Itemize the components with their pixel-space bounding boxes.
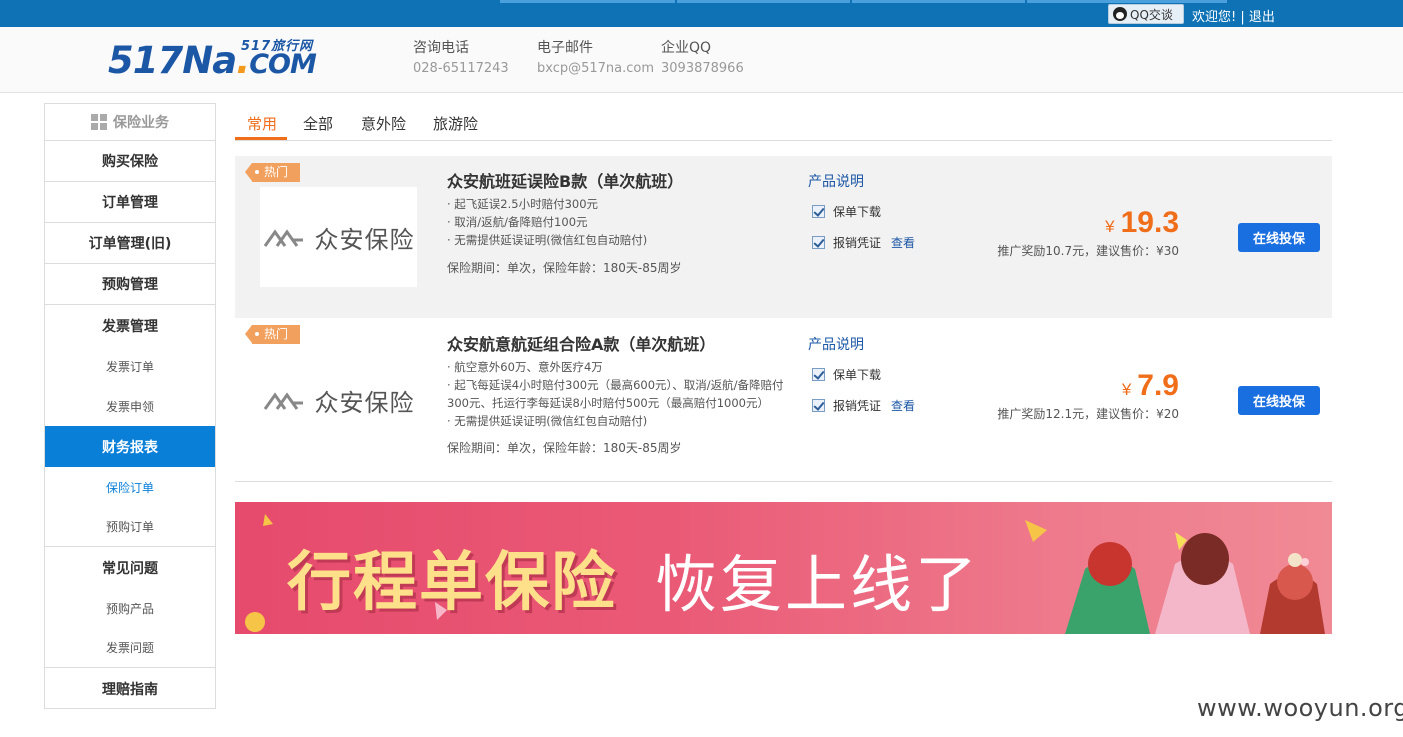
- qq-chat-label: QQ交谈: [1130, 7, 1173, 22]
- contact-phone: 咨询电话 028-65117243: [413, 37, 509, 76]
- buy-online-button[interactable]: 在线投保: [1238, 386, 1320, 415]
- site-logo[interactable]: 517Na.COM 517旅行网: [108, 35, 338, 83]
- product-feature: · 无需提供延误证明(微信红包自动赔付): [447, 233, 648, 247]
- reimbursement-label: 报销凭证: [833, 399, 882, 413]
- product-description-link[interactable]: 产品说明: [808, 334, 864, 354]
- sidebar-item-invoice-apply[interactable]: 发票申领: [45, 386, 215, 426]
- promo-reward: 推广奖励10.7元，建议售价：¥30: [997, 244, 1179, 258]
- top-bar-strip: [1027, 0, 1227, 3]
- contact-email-label: 电子邮件: [537, 40, 593, 56]
- qq-penguin-icon: [1113, 7, 1127, 21]
- product-description-link[interactable]: 产品说明: [808, 171, 864, 191]
- sidebar-item-buy[interactable]: 购买保险: [45, 141, 215, 182]
- top-bar: QQ交谈 欢迎您! | 退出: [0, 0, 1403, 27]
- watermark: www.wooyun.org: [1197, 694, 1403, 722]
- insurer-logo: 众安保险: [260, 187, 417, 287]
- zhongan-mark-icon: [263, 389, 309, 411]
- sidebar-item-orders-old[interactable]: 订单管理(旧): [45, 223, 215, 264]
- product-card: 热门 众安保险 众安航意航延组合险A款（单次航班） · 航空意外60万、意外医疗…: [235, 319, 1332, 481]
- tab-accident[interactable]: 意外险: [361, 113, 406, 134]
- banner-tagline: 恢复上线了: [655, 548, 981, 621]
- contact-email-value: bxcp@517na.com: [537, 61, 655, 76]
- contact-qq: 企业QQ 3093878966: [661, 37, 744, 76]
- promo-banner[interactable]: 行程单保险 恢复上线了: [235, 502, 1332, 634]
- top-bar-strip: [852, 0, 1025, 3]
- product-title[interactable]: 众安航意航延组合险A款（单次航班）: [447, 331, 715, 355]
- policy-download-checkbox[interactable]: [812, 368, 825, 381]
- section-divider: [235, 481, 1332, 482]
- insurer-logo: 众安保险: [260, 350, 417, 450]
- grid-icon: [91, 114, 107, 130]
- product-price: ¥19.3: [1105, 206, 1179, 239]
- qq-chat-button[interactable]: QQ交谈: [1108, 4, 1184, 24]
- reimbursement-checkbox[interactable]: [812, 399, 825, 412]
- policy-download-row: 保单下载: [812, 203, 881, 220]
- product-feature: · 航空意外60万、意外医疗4万: [447, 360, 603, 374]
- view-link[interactable]: 查看: [891, 234, 915, 251]
- sidebar-item-orders[interactable]: 订单管理: [45, 182, 215, 223]
- product-feature: · 起飞延误2.5小时赔付300元: [447, 197, 599, 211]
- product-period: 保险期间：单次，保险年龄：180天-85周岁: [447, 441, 682, 455]
- welcome-area: 欢迎您! | 退出: [1192, 6, 1275, 25]
- hot-badge: 热门: [245, 325, 300, 344]
- active-tab-indicator: [235, 137, 287, 140]
- sidebar-item-prebuy-orders[interactable]: 预购订单: [45, 507, 215, 547]
- sidebar-item-faq[interactable]: 常见问题: [45, 547, 215, 588]
- tab-common[interactable]: 常用: [247, 113, 277, 134]
- product-tabs: 常用 全部 意外险 旅游险: [235, 104, 1332, 141]
- reimbursement-row: 报销凭证 查看: [812, 397, 915, 414]
- reimbursement-label: 报销凭证: [833, 236, 882, 250]
- sidebar-item-invoice[interactable]: 发票管理: [45, 305, 215, 346]
- sidebar-item-invoice-orders[interactable]: 发票订单: [45, 346, 215, 386]
- tab-all[interactable]: 全部: [303, 113, 333, 134]
- reimbursement-row: 报销凭证 查看: [812, 234, 915, 251]
- product-card: 热门 众安保险 众安航班延误险B款（单次航班） · 起飞延误2.5小时赔付300…: [235, 156, 1332, 318]
- top-bar-strip: [677, 0, 850, 3]
- contact-phone-value: 028-65117243: [413, 61, 509, 76]
- sidebar-item-finance[interactable]: 财务报表: [45, 426, 215, 467]
- welcome-separator: |: [1240, 10, 1245, 25]
- sidebar: 保险业务 购买保险 订单管理 订单管理(旧) 预购管理 发票管理 发票订单 发票…: [44, 103, 216, 709]
- logout-link[interactable]: 退出: [1249, 10, 1275, 25]
- insurer-name: 众安保险: [314, 388, 415, 417]
- policy-download-label: 保单下载: [833, 368, 882, 382]
- promo-reward: 推广奖励12.1元，建议售价：¥20: [997, 407, 1179, 421]
- banner-headline: 行程单保险: [287, 546, 617, 620]
- site-header: 517Na.COM 517旅行网 咨询电话 028-65117243 电子邮件 …: [0, 27, 1403, 93]
- sidebar-item-claims[interactable]: 理赔指南: [45, 668, 215, 709]
- policy-download-label: 保单下载: [833, 205, 882, 219]
- product-feature: · 起飞每延误4小时赔付300元（最高600元）、取消/返航/备降赔付300元、…: [447, 378, 784, 410]
- product-title[interactable]: 众安航班延误险B款（单次航班）: [447, 168, 683, 192]
- product-period: 保险期间：单次，保险年龄：180天-85周岁: [447, 261, 682, 275]
- sidebar-header-label: 保险业务: [113, 115, 169, 131]
- zhongan-mark-icon: [263, 226, 309, 248]
- buy-online-button[interactable]: 在线投保: [1238, 223, 1320, 252]
- contact-qq-label: 企业QQ: [661, 40, 712, 56]
- hot-badge: 热门: [245, 163, 300, 182]
- logo-subtitle: 517旅行网: [241, 39, 314, 54]
- reimbursement-checkbox[interactable]: [812, 236, 825, 249]
- tab-travel[interactable]: 旅游险: [433, 113, 478, 134]
- sidebar-item-insurance-orders[interactable]: 保险订单: [45, 467, 215, 507]
- banner-people-illustration: [1065, 533, 1325, 634]
- sidebar-header: 保险业务: [45, 104, 215, 141]
- welcome-text: 欢迎您!: [1192, 10, 1237, 25]
- top-bar-strip: [500, 0, 675, 3]
- sidebar-item-invoice-issues[interactable]: 发票问题: [45, 628, 215, 668]
- insurer-name: 众安保险: [314, 225, 415, 254]
- policy-download-checkbox[interactable]: [812, 205, 825, 218]
- view-link[interactable]: 查看: [891, 397, 915, 414]
- sidebar-item-prebuy-products[interactable]: 预购产品: [45, 588, 215, 628]
- contact-qq-value: 3093878966: [661, 61, 744, 76]
- product-feature: · 无需提供延误证明(微信红包自动赔付): [447, 414, 648, 428]
- contact-email: 电子邮件 bxcp@517na.com: [537, 37, 654, 76]
- product-feature: · 取消/返航/备降赔付100元: [447, 215, 588, 229]
- contact-phone-label: 咨询电话: [413, 40, 469, 56]
- sidebar-item-prebuy[interactable]: 预购管理: [45, 264, 215, 305]
- policy-download-row: 保单下载: [812, 366, 881, 383]
- product-price: ¥7.9: [1121, 369, 1179, 402]
